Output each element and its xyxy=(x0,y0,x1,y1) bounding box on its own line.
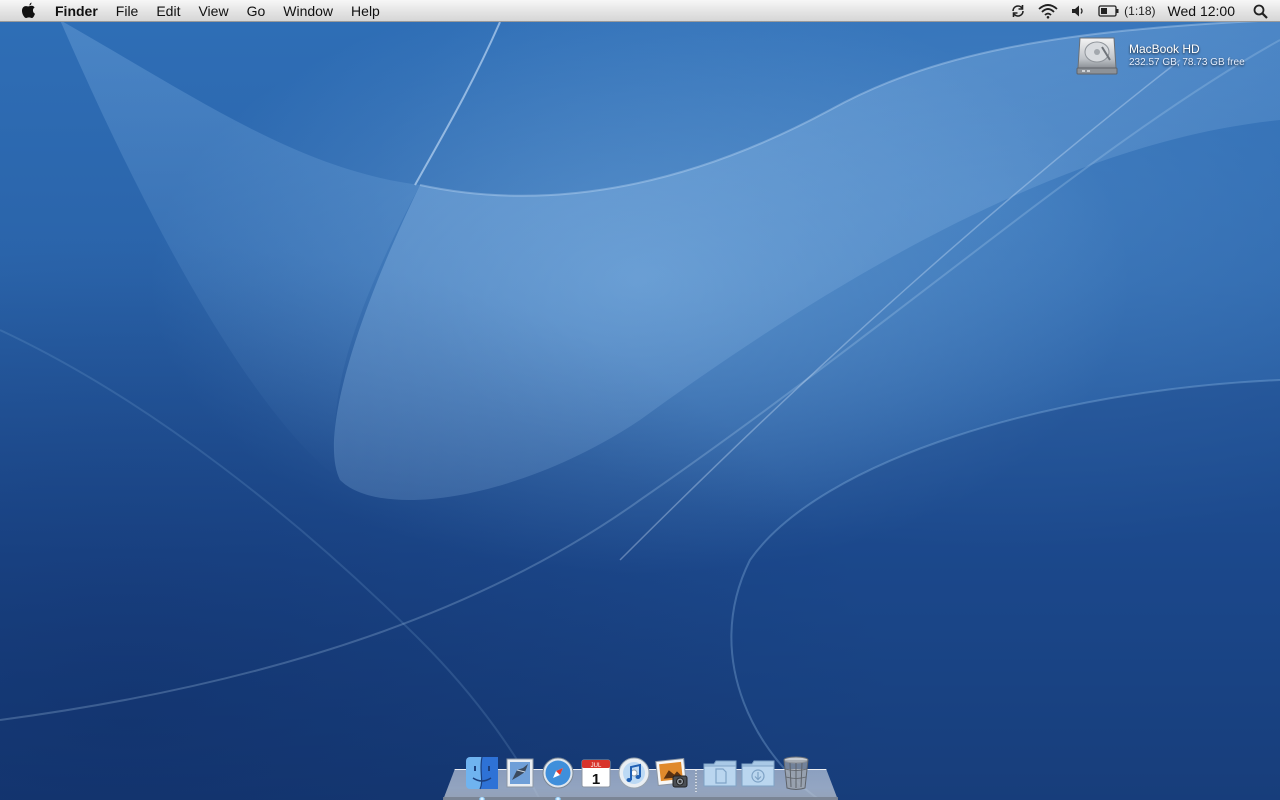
dock-finder[interactable] xyxy=(463,754,501,800)
menu-file[interactable]: File xyxy=(107,0,148,22)
volume-icon[interactable] xyxy=(1064,0,1092,22)
menu-finder[interactable]: Finder xyxy=(46,0,107,22)
sync-icon[interactable] xyxy=(1004,0,1032,22)
desktop: MacBook HD 232.57 GB, 78.73 GB free xyxy=(0,0,1280,800)
itunes-icon xyxy=(618,757,650,789)
menu-window[interactable]: Window xyxy=(274,0,342,22)
wallpaper-waves xyxy=(0,0,1280,800)
disk-capacity-info: 232.57 GB, 78.73 GB free xyxy=(1129,57,1245,68)
safari-icon xyxy=(542,757,574,789)
documents-folder-icon xyxy=(703,760,737,787)
battery-icon[interactable] xyxy=(1092,0,1120,22)
desktop-disk-macbook-hd[interactable]: MacBook HD 232.57 GB, 78.73 GB free xyxy=(1074,32,1245,78)
dock-separator xyxy=(691,754,701,792)
downloads-folder-icon xyxy=(741,760,775,787)
ical-icon: JUL 1 xyxy=(581,759,611,788)
menu-view[interactable]: View xyxy=(189,0,237,22)
apple-logo-icon[interactable] xyxy=(18,0,38,22)
finder-icon xyxy=(466,756,498,790)
disk-name: MacBook HD xyxy=(1129,42,1200,56)
dock-downloads-stack[interactable] xyxy=(739,754,777,792)
dock-mail[interactable] xyxy=(501,754,539,792)
wifi-icon[interactable] xyxy=(1032,0,1064,22)
spotlight-search-icon[interactable] xyxy=(1245,0,1280,22)
trash-icon xyxy=(783,756,809,790)
dock-safari[interactable] xyxy=(539,754,577,800)
battery-time-remaining[interactable]: (1:18) xyxy=(1124,4,1155,18)
menu-go[interactable]: Go xyxy=(238,0,275,22)
dock-iphoto[interactable] xyxy=(653,754,691,792)
dock-documents-stack[interactable] xyxy=(701,754,739,792)
hard-disk-icon xyxy=(1074,32,1120,78)
dock-ical[interactable]: JUL 1 xyxy=(577,754,615,792)
mail-icon xyxy=(506,758,534,788)
menu-clock[interactable]: Wed 12:00 xyxy=(1162,3,1245,19)
menu-edit[interactable]: Edit xyxy=(147,0,189,22)
ical-date: 1 xyxy=(592,771,600,788)
ical-month: JUL xyxy=(591,763,602,769)
dock-trash[interactable] xyxy=(777,754,815,792)
menu-bar: Finder File Edit View Go Window Help (1:… xyxy=(0,0,1280,22)
menu-help[interactable]: Help xyxy=(342,0,389,22)
dock: JUL 1 xyxy=(443,750,838,800)
dock-itunes[interactable] xyxy=(615,754,653,792)
iphoto-icon xyxy=(655,758,688,788)
